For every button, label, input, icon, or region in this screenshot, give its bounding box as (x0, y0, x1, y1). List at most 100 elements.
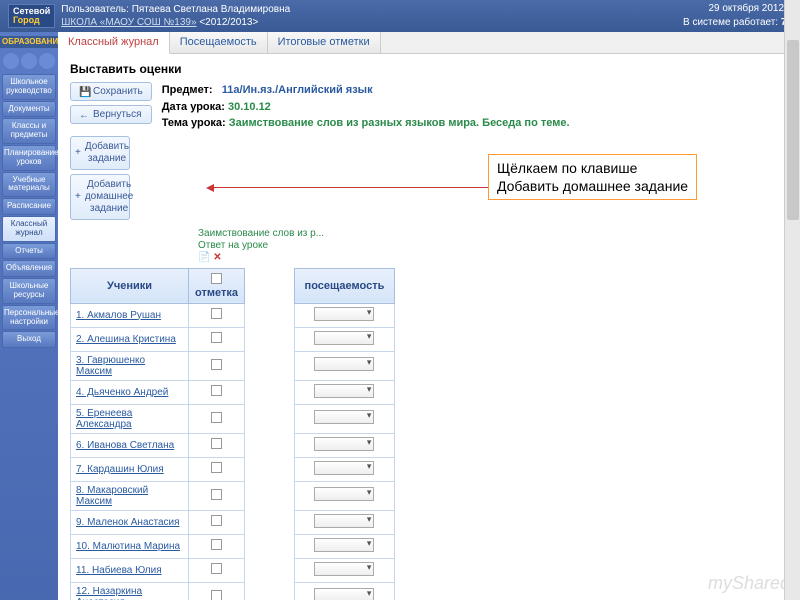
back-button[interactable]: ←Вернуться (70, 105, 152, 124)
attendance-select[interactable] (314, 437, 374, 451)
student-link[interactable]: 1. Акмалов Рушан (76, 310, 161, 321)
sidebar-item-journal[interactable]: Классный журнал (2, 216, 56, 242)
table-row: 6. Иванова Светлана (71, 433, 395, 457)
save-icon: 💾 (79, 87, 89, 97)
attendance-select[interactable] (314, 588, 374, 600)
callout-arrow (208, 187, 488, 188)
lesson-topic: Заимствование слов из разных языков мира… (229, 117, 570, 129)
sidebar-quick-icons (3, 49, 55, 73)
attendance-select[interactable] (314, 410, 374, 424)
student-link[interactable]: 10. Малютина Марина (76, 541, 180, 552)
mark-checkbox[interactable] (211, 308, 222, 319)
tab-final-marks[interactable]: Итоговые отметки (268, 32, 381, 53)
table-row: 12. Назаркина Анастасия (71, 582, 395, 600)
mark-checkbox[interactable] (211, 438, 222, 449)
instruction-callout: Щёлкаем по клавише Добавить домашнее зад… (488, 154, 697, 200)
scrollbar-thumb[interactable] (787, 40, 799, 220)
student-link[interactable]: 12. Назаркина Анастасия (76, 586, 142, 600)
mark-checkbox[interactable] (211, 359, 222, 370)
sidebar-item-announcements[interactable]: Объявления (2, 260, 56, 277)
mark-checkbox[interactable] (211, 563, 222, 574)
student-link[interactable]: 9. Маленок Анастасия (76, 517, 180, 528)
student-link[interactable]: 11. Набиева Юлия (76, 565, 162, 576)
students-grid: Ученики отметка посещаемость 1. Акмалов … (70, 268, 395, 600)
sidebar-item-exit[interactable]: Выход (2, 331, 56, 348)
help-icon[interactable] (39, 53, 55, 69)
sidebar-item-leadership[interactable]: Школьное руководство (2, 74, 56, 100)
mark-checkbox[interactable] (211, 462, 222, 473)
lesson-info: Предмет: 11а/Ин.яз./Английский язык Дата… (162, 82, 570, 132)
mark-checkbox[interactable] (211, 590, 222, 600)
attendance-select[interactable] (314, 307, 374, 321)
vertical-scrollbar[interactable] (784, 0, 800, 600)
add-homework-button[interactable]: + Добавить домашнее задание (70, 174, 130, 220)
app-logo: Сетевой Город (8, 4, 55, 28)
delete-assignment-button[interactable]: ✕ (213, 252, 221, 263)
sidebar-item-classes[interactable]: Классы и предметы (2, 118, 56, 144)
attendance-select[interactable] (314, 384, 374, 398)
col-students: Ученики (71, 268, 189, 303)
student-link[interactable]: 7. Кардашин Юлия (76, 464, 164, 475)
table-row: 1. Акмалов Рушан (71, 303, 395, 327)
subject-value: 11а/Ин.яз./Английский язык (222, 84, 373, 96)
student-link[interactable]: 2. Алешина Кристина (76, 334, 176, 345)
col-attendance: посещаемость (294, 268, 394, 303)
user-label: Пользователь: (61, 4, 129, 15)
current-date: 29 октября 2012 г. (683, 2, 792, 16)
student-link[interactable]: 5. Еренеева Александра (76, 408, 132, 430)
sidebar-item-materials[interactable]: Учебные материалы (2, 172, 56, 198)
online-label: В системе работает: (683, 17, 778, 28)
mark-checkbox[interactable] (211, 489, 222, 500)
attendance-select[interactable] (314, 538, 374, 552)
sidebar-logo: ОБРАЗОВАНИ (0, 36, 58, 48)
mark-checkbox[interactable] (211, 515, 222, 526)
sidebar-item-resources[interactable]: Школьные ресурсы (2, 278, 56, 304)
assignment-header: Заимствование слов из р... Ответ на урок… (198, 228, 788, 264)
student-link[interactable]: 4. Дьяченко Андрей (76, 387, 168, 398)
tab-attendance[interactable]: Посещаемость (170, 32, 268, 53)
attendance-select[interactable] (314, 357, 374, 371)
user-name: Пятаева Светлана Владимировна (132, 4, 290, 15)
mark-checkbox[interactable] (211, 539, 222, 550)
sidebar-item-documents[interactable]: Документы (2, 101, 56, 118)
mark-checkbox[interactable] (211, 332, 222, 343)
back-icon: ← (79, 110, 89, 120)
tab-journal[interactable]: Классный журнал (58, 32, 170, 54)
mark-checkbox[interactable] (211, 412, 222, 423)
save-button[interactable]: 💾Сохранить (70, 82, 152, 101)
attendance-select[interactable] (314, 331, 374, 345)
edit-icon[interactable]: 📄 (198, 252, 210, 263)
select-all-checkbox[interactable] (211, 273, 222, 284)
table-row: 10. Малютина Марина (71, 534, 395, 558)
attendance-select[interactable] (314, 487, 374, 501)
student-link[interactable]: 3. Гаврюшенко Максим (76, 355, 145, 377)
mail-icon[interactable] (3, 53, 19, 69)
page-title: Выставить оценки (70, 62, 788, 76)
table-row: 8. Макаровский Максим (71, 481, 395, 510)
table-row: 4. Дьяченко Андрей (71, 380, 395, 404)
table-row: 2. Алешина Кристина (71, 327, 395, 351)
student-link[interactable]: 6. Иванова Светлана (76, 440, 174, 451)
attendance-select[interactable] (314, 514, 374, 528)
plus-icon: + (75, 191, 81, 203)
top-header: Сетевой Город Пользователь: Пятаева Свет… (0, 0, 800, 32)
sidebar-item-schedule[interactable]: Расписание (2, 198, 56, 215)
attendance-select[interactable] (314, 562, 374, 576)
sidebar-item-settings[interactable]: Персональные настройки (2, 305, 56, 331)
watermark: myShared (708, 573, 790, 594)
table-row: 9. Маленок Анастасия (71, 510, 395, 534)
col-mark: отметка (189, 268, 245, 303)
plus-icon: + (75, 147, 81, 159)
table-row: 7. Кардашин Юлия (71, 457, 395, 481)
student-link[interactable]: 8. Макаровский Максим (76, 485, 148, 507)
school-link[interactable]: ШКОЛА «МАОУ СОШ №139» (61, 17, 196, 28)
sidebar-item-planning[interactable]: Планирование уроков (2, 145, 56, 171)
sidebar: ОБРАЗОВАНИ Школьное руководство Документ… (0, 32, 58, 600)
user-icon[interactable] (21, 53, 37, 69)
sidebar-item-reports[interactable]: Отчеты (2, 243, 56, 260)
mark-checkbox[interactable] (211, 385, 222, 396)
add-task-button[interactable]: + Добавить задание (70, 136, 130, 170)
table-row: 3. Гаврюшенко Максим (71, 351, 395, 380)
attendance-select[interactable] (314, 461, 374, 475)
school-year: <2012/2013> (199, 17, 258, 28)
